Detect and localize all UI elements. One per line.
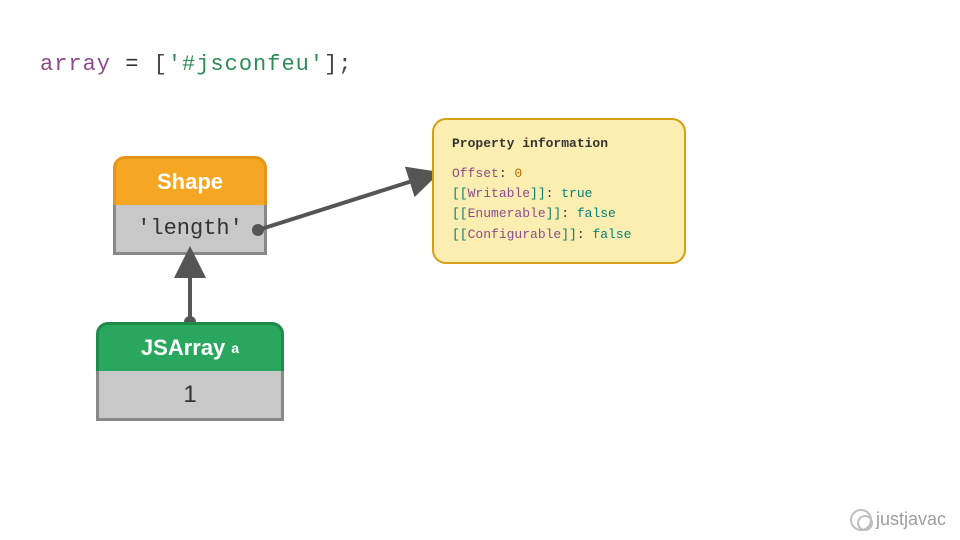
jsarray-header-label: JSArray [141,335,225,361]
offset-value: 0 [514,166,522,181]
offset-row: Offset: 0 [452,164,666,184]
wechat-icon [850,508,872,530]
code-rbracket: ]; [324,52,352,77]
writable-row: [[Writable]]: true [452,184,666,204]
code-string: '#jsconfeu' [168,52,324,77]
offset-label: Offset [452,166,499,181]
arrow-jsarray-to-shape [175,252,205,327]
jsarray-header-box: JSArray a [96,322,284,374]
property-info-title: Property information [452,134,666,154]
arrow-shape-to-info [250,165,440,245]
writable-value: true [561,186,592,201]
shape-property-label: 'length' [137,216,243,241]
jsarray-value: 1 [183,381,196,409]
shape-header-label: Shape [157,169,223,195]
code-variable: array [40,52,111,77]
code-lbracket: [ [154,52,168,77]
shape-property-cell: 'length' [113,205,267,255]
writable-key: Writable [468,186,530,201]
watermark: justjavac [850,508,946,530]
enumerable-row: [[Enumerable]]: false [452,204,666,224]
code-declaration: array = ['#jsconfeu']; [40,52,352,77]
jsarray-value-cell: 1 [96,371,284,421]
shape-header-box: Shape [113,156,267,208]
code-op: = [111,52,154,77]
jsarray-header-suffix: a [231,340,239,356]
property-info-panel: Property information Offset: 0 [[Writabl… [432,118,686,264]
enumerable-key: Enumerable [468,206,546,221]
configurable-value: false [592,227,631,242]
configurable-row: [[Configurable]]: false [452,225,666,245]
enumerable-value: false [577,206,616,221]
watermark-text: justjavac [876,509,946,530]
configurable-key: Configurable [468,227,562,242]
